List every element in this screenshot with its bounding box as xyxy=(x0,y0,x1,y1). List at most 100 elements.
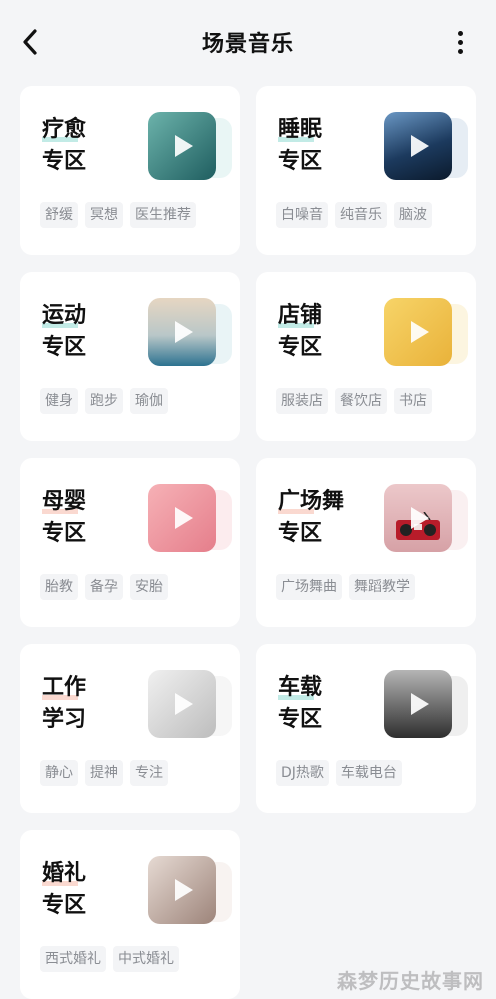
card-title-line2: 专区 xyxy=(278,335,323,360)
tag[interactable]: 健身 xyxy=(40,388,78,414)
scene-card-wedding[interactable]: 婚礼 专区 西式婚礼 中式婚礼 xyxy=(20,830,240,999)
more-dot-icon xyxy=(457,30,463,36)
sleep-icon xyxy=(384,112,452,180)
tag-list: DJ热歌 车载电台 xyxy=(276,760,402,786)
scene-grid: 疗愈 专区 舒缓 冥想 医生推荐 睡眠 专区 白噪音 纯音乐 脑波 运动 专区 … xyxy=(20,86,476,999)
play-icon xyxy=(175,507,193,529)
tag-list: 西式婚礼 中式婚礼 xyxy=(40,946,179,972)
tag[interactable]: 提神 xyxy=(85,760,123,786)
card-title-line1: 婚礼 xyxy=(42,858,138,890)
card-title-line2: 专区 xyxy=(42,335,87,360)
card-title: 广场舞 专区 xyxy=(278,486,374,550)
card-thumbnail[interactable] xyxy=(148,670,232,740)
car-icon xyxy=(384,670,452,738)
tag-list: 健身 跑步 瑜伽 xyxy=(40,388,168,414)
play-icon xyxy=(411,321,429,343)
card-title-line1: 母婴 xyxy=(42,486,138,518)
card-title-line2: 专区 xyxy=(42,893,87,918)
card-title-line1: 店铺 xyxy=(278,300,374,332)
card-thumbnail[interactable] xyxy=(384,298,468,368)
card-thumbnail[interactable] xyxy=(148,112,232,182)
tag[interactable]: 专注 xyxy=(130,760,168,786)
desk-lamp-icon xyxy=(148,670,216,738)
card-title-line1: 广场舞 xyxy=(278,486,374,518)
tag[interactable]: 冥想 xyxy=(85,202,123,228)
play-icon xyxy=(175,693,193,715)
tag[interactable]: 静心 xyxy=(40,760,78,786)
card-title-line2: 学习 xyxy=(42,707,87,732)
scene-card-shop[interactable]: 店铺 专区 服装店 餐饮店 书店 xyxy=(256,272,476,441)
card-title-line1: 疗愈 xyxy=(42,114,138,146)
play-icon xyxy=(175,135,193,157)
card-title-line2: 专区 xyxy=(42,521,87,546)
scene-card-work-study[interactable]: 工作 学习 静心 提神 专注 xyxy=(20,644,240,813)
card-thumbnail[interactable] xyxy=(384,670,468,740)
tag[interactable]: 舒缓 xyxy=(40,202,78,228)
tag[interactable]: 书店 xyxy=(394,388,432,414)
tag[interactable]: 餐饮店 xyxy=(335,388,387,414)
tag-list: 广场舞曲 舞蹈教学 xyxy=(276,574,415,600)
card-title-line2: 专区 xyxy=(278,707,323,732)
tag[interactable]: 胎教 xyxy=(40,574,78,600)
scene-card-maternal[interactable]: 母婴 专区 胎教 备孕 安胎 xyxy=(20,458,240,627)
card-thumbnail[interactable] xyxy=(384,484,468,554)
healing-icon xyxy=(148,112,216,180)
card-title: 店铺 专区 xyxy=(278,300,374,364)
card-title-line2: 专区 xyxy=(278,521,323,546)
play-icon xyxy=(411,135,429,157)
watermark: 森梦历史故事网 xyxy=(337,969,484,993)
tag[interactable]: 广场舞曲 xyxy=(276,574,342,600)
more-options-button[interactable] xyxy=(450,26,470,58)
card-title: 婚礼 专区 xyxy=(42,858,138,922)
sport-icon xyxy=(148,298,216,366)
tag[interactable]: 舞蹈教学 xyxy=(349,574,415,600)
tag[interactable]: 纯音乐 xyxy=(335,202,387,228)
tag[interactable]: 安胎 xyxy=(130,574,168,600)
tag-list: 服装店 餐饮店 书店 xyxy=(276,388,432,414)
tag[interactable]: DJ热歌 xyxy=(276,760,329,786)
play-icon xyxy=(175,879,193,901)
page-title: 场景音乐 xyxy=(201,32,294,57)
card-title: 工作 学习 xyxy=(42,672,138,736)
baby-icon xyxy=(148,484,216,552)
card-title-line1: 运动 xyxy=(42,300,138,332)
tag[interactable]: 白噪音 xyxy=(276,202,328,228)
scene-card-healing[interactable]: 疗愈 专区 舒缓 冥想 医生推荐 xyxy=(20,86,240,255)
card-thumbnail[interactable] xyxy=(384,112,468,182)
scene-card-square-dance[interactable]: 广场舞 专区 广场舞曲 舞蹈教学 xyxy=(256,458,476,627)
more-dot-icon xyxy=(457,48,463,54)
tag-list: 静心 提神 专注 xyxy=(40,760,168,786)
card-thumbnail[interactable] xyxy=(148,484,232,554)
scene-card-sport[interactable]: 运动 专区 健身 跑步 瑜伽 xyxy=(20,272,240,441)
card-title-line2: 专区 xyxy=(42,149,87,174)
tag[interactable]: 备孕 xyxy=(85,574,123,600)
card-title: 母婴 专区 xyxy=(42,486,138,550)
card-title-line1: 车载 xyxy=(278,672,374,704)
play-icon xyxy=(175,321,193,343)
tag[interactable]: 脑波 xyxy=(394,202,432,228)
card-title: 睡眠 专区 xyxy=(278,114,374,178)
wedding-icon xyxy=(148,856,216,924)
card-title: 疗愈 专区 xyxy=(42,114,138,178)
card-thumbnail[interactable] xyxy=(148,856,232,926)
tag-list: 舒缓 冥想 医生推荐 xyxy=(40,202,196,228)
card-title-line2: 专区 xyxy=(278,149,323,174)
play-icon xyxy=(411,507,429,529)
tag[interactable]: 医生推荐 xyxy=(130,202,196,228)
tag-list: 胎教 备孕 安胎 xyxy=(40,574,168,600)
tag[interactable]: 瑜伽 xyxy=(130,388,168,414)
play-icon xyxy=(411,693,429,715)
more-dot-icon xyxy=(457,39,463,45)
tag[interactable]: 中式婚礼 xyxy=(113,946,179,972)
card-title: 车载 专区 xyxy=(278,672,374,736)
tag[interactable]: 西式婚礼 xyxy=(40,946,106,972)
tag[interactable]: 车载电台 xyxy=(335,760,402,786)
tag[interactable]: 跑步 xyxy=(85,388,123,414)
radio-icon xyxy=(384,484,452,552)
card-title-line1: 睡眠 xyxy=(278,114,374,146)
scene-card-car[interactable]: 车载 专区 DJ热歌 车载电台 xyxy=(256,644,476,813)
card-title: 运动 专区 xyxy=(42,300,138,364)
tag[interactable]: 服装店 xyxy=(276,388,328,414)
scene-card-sleep[interactable]: 睡眠 专区 白噪音 纯音乐 脑波 xyxy=(256,86,476,255)
card-thumbnail[interactable] xyxy=(148,298,232,368)
